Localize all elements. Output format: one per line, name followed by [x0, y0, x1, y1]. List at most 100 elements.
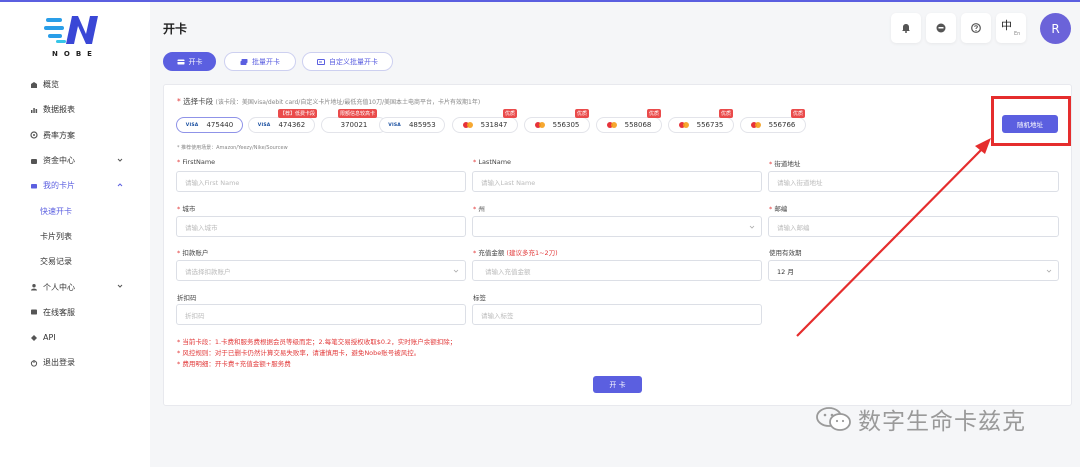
deduct-account-label: * 扣款账户 — [177, 249, 209, 257]
top-accent-line — [0, 0, 1080, 2]
note-line: * 费用明细：开卡费+充值金额+服务费 — [177, 360, 291, 368]
discount-input[interactable]: 折扣码 — [176, 304, 466, 325]
sidebar-item-rates[interactable]: 费率方案 — [0, 123, 150, 148]
sidebar-item-quick-open[interactable]: 快速开卡 — [0, 198, 150, 223]
mastercard-icon — [534, 122, 545, 128]
mastercard-icon — [678, 122, 689, 128]
segment-badge: 【荐】低费卡段 — [278, 109, 318, 118]
sidebar-item-my-cards[interactable]: 我的卡片 — [0, 173, 150, 198]
segment-badge: 限额信息较高卡 — [338, 109, 378, 118]
tab-label: 批量开卡 — [252, 57, 280, 66]
chevron-down-icon — [1046, 269, 1052, 273]
card-icon — [177, 59, 184, 64]
state-label: * 州 — [473, 205, 485, 213]
visa-icon: VISA — [185, 122, 199, 128]
street-input[interactable]: 请输入街道地址 — [768, 171, 1059, 192]
custom-card-icon — [317, 58, 325, 65]
segment-badge: 优质 — [791, 109, 806, 118]
page-title: 开卡 — [163, 22, 188, 36]
tag-input[interactable]: 请输入标签 — [472, 304, 762, 325]
note-line: * 当前卡段：1.卡费和服务费根据会员等级而定；2.每笔交易授权收取$0.2，实… — [177, 338, 457, 346]
rate-icon — [30, 131, 38, 139]
logo-text: NOBE — [52, 50, 98, 58]
wechat-icon — [816, 407, 851, 431]
language-switch[interactable]: 中 En — [996, 13, 1026, 43]
sidebar-item-label: 退出登录 — [43, 358, 75, 368]
card-icon — [30, 182, 38, 190]
support-icon — [30, 308, 38, 316]
sidebar-item-transactions[interactable]: 交易记录 — [0, 249, 150, 274]
watermark: 数字生命卡兹克 — [814, 402, 1026, 436]
tab-batch-open[interactable]: 批量开卡 — [224, 52, 296, 71]
chevron-down-icon — [749, 225, 755, 229]
help-button[interactable] — [961, 13, 991, 43]
sidebar-item-profile[interactable]: 个人中心 — [0, 274, 150, 299]
zip-label: * 邮编 — [769, 205, 788, 213]
sidebar-item-label: 在线客服 — [43, 307, 75, 317]
chart-icon — [30, 106, 38, 114]
first-name-label: * FirstName — [177, 158, 216, 166]
annotation-highlight-box — [991, 96, 1071, 146]
card-segment-chip[interactable]: 556766 — [740, 117, 806, 133]
state-select[interactable] — [472, 216, 762, 237]
note-line: * 风控规则：对于已删卡仍然计算交易失败率，请谨慎用卡，避免Nobe账号被风控。 — [177, 349, 421, 357]
sidebar-item-api[interactable]: API — [0, 325, 150, 350]
sidebar-item-label: 快速开卡 — [40, 206, 72, 216]
sidebar-item-logout[interactable]: 退出登录 — [0, 350, 150, 375]
usage-scene-note: * 推荐使用场景：Amazon/Yeezy/Nike/Sourcew — [177, 145, 288, 151]
visa-icon: VISA — [388, 122, 401, 128]
segment-badge: 优质 — [503, 109, 518, 118]
mastercard-icon — [606, 122, 617, 128]
wallet-icon — [30, 157, 38, 165]
last-name-label: * LastName — [473, 158, 512, 166]
validity-select[interactable]: 12 月 — [768, 260, 1059, 281]
sidebar-item-label: 个人中心 — [43, 282, 75, 292]
tab-label: 开卡 — [188, 57, 203, 66]
lang-en-label: En — [1014, 30, 1021, 37]
message-button[interactable] — [926, 13, 956, 43]
card-segment-chip[interactable]: 558068 — [596, 117, 662, 133]
amount-input[interactable]: 请输入充值金额 — [472, 260, 762, 281]
sidebar-item-card-list[interactable]: 卡片列表 — [0, 224, 150, 249]
tab-label: 自定义批量开卡 — [329, 57, 378, 66]
card-segment-chip[interactable]: VISA 474362 — [248, 117, 315, 133]
card-segment-chip[interactable]: 370021 — [321, 117, 387, 133]
city-label: * 城市 — [177, 205, 196, 213]
segment-badge: 优质 — [719, 109, 734, 118]
deduct-account-select[interactable]: 请选择扣款账户 — [176, 260, 466, 281]
watermark-text: 数字生命卡兹克 — [858, 409, 1026, 435]
sidebar-item-label: 资金中心 — [43, 156, 75, 166]
notes: * 当前卡段：1.卡费和服务费根据会员等级而定；2.每笔交易授权收取$0.2，实… — [177, 337, 456, 370]
validity-label: 使用有效期 — [769, 249, 802, 257]
tab-custom-batch-open[interactable]: 自定义批量开卡 — [302, 52, 393, 71]
street-label: * 街道地址 — [769, 160, 801, 168]
sidebar-item-overview[interactable]: 概览 — [0, 72, 150, 97]
sidebar-item-support[interactable]: 在线客服 — [0, 300, 150, 325]
user-icon — [30, 283, 38, 291]
card-segment-chip[interactable]: VISA 485953 — [379, 117, 445, 133]
last-name-input[interactable]: 请输入Last Name — [472, 171, 762, 192]
card-segment-chip[interactable]: 556735 — [668, 117, 734, 133]
sidebar-item-reports[interactable]: 数据报表 — [0, 97, 150, 122]
amount-label: * 充值金额 (建议多充1~2刀) — [473, 249, 558, 257]
card-segment-chip[interactable]: 556305 — [524, 117, 590, 133]
sidebar-item-funds[interactable]: 资金中心 — [0, 148, 150, 173]
cards-icon — [240, 58, 248, 65]
api-icon — [30, 334, 38, 342]
city-input[interactable]: 请输入城市 — [176, 216, 466, 237]
first-name-input[interactable]: 请输入First Name — [176, 171, 466, 192]
tab-open-card[interactable]: 开卡 — [163, 52, 216, 71]
visa-icon: VISA — [257, 122, 271, 128]
card-segment-chip[interactable]: VISA 475440 — [176, 117, 243, 133]
lang-zh-label: 中 — [1001, 18, 1012, 32]
avatar[interactable]: R — [1040, 13, 1071, 44]
sidebar-item-label: 概览 — [43, 80, 59, 90]
bell-icon — [902, 24, 910, 33]
open-card-submit-button[interactable]: 开 卡 — [593, 376, 642, 393]
card-segment-chip[interactable]: 531847 — [452, 117, 518, 133]
chat-icon — [936, 23, 946, 33]
zip-input[interactable]: 请输入邮编 — [768, 216, 1059, 237]
notification-button[interactable] — [891, 13, 921, 43]
dashboard-icon — [30, 81, 38, 89]
sidebar-item-label: API — [43, 333, 56, 343]
